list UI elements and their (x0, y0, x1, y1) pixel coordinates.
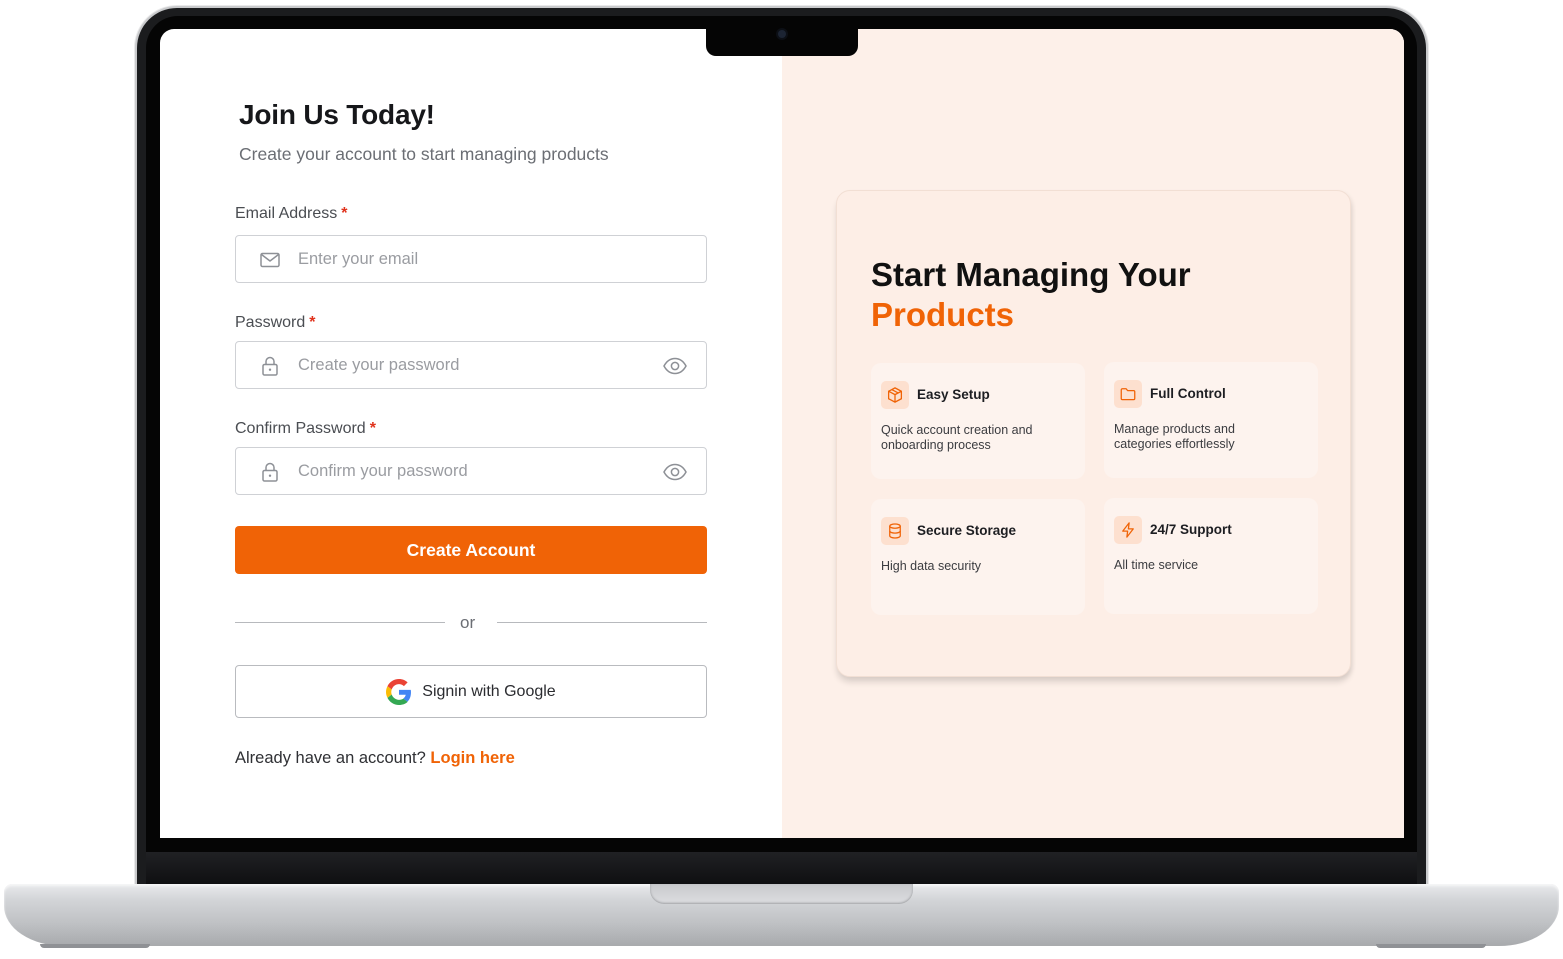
lightning-icon (1114, 516, 1142, 544)
required-asterisk: * (341, 205, 348, 222)
folder-icon (1114, 380, 1142, 408)
google-icon (386, 678, 412, 705)
laptop-foot-right (1376, 944, 1486, 948)
feature-card-support: 24/7 Support All time service (1104, 498, 1318, 614)
required-asterisk: * (369, 420, 376, 437)
email-field[interactable] (235, 235, 707, 283)
camera-icon (778, 30, 786, 38)
promo-card: Start Managing Your Products Easy Setup … (836, 190, 1351, 677)
feature-description: Manage products and categories effortles… (1114, 422, 1235, 451)
feature-card-full-control: Full Control Manage products and categor… (1104, 362, 1318, 478)
required-asterisk: * (309, 314, 316, 331)
promo-title-highlight: Products (871, 296, 1015, 333)
lock-icon (262, 356, 278, 376)
confirm-password-label: Confirm Password * (235, 420, 376, 438)
feature-title: Secure Storage (917, 523, 1017, 538)
confirm-password-label-text: Confirm Password (235, 420, 366, 437)
feature-title: Easy Setup (917, 387, 990, 402)
laptop-opening-notch (650, 884, 913, 904)
feature-title: Full Control (1150, 386, 1226, 401)
feature-description: High data security (881, 559, 982, 573)
page-subtitle: Create your account to start managing pr… (239, 144, 609, 164)
feature-card-secure-storage: Secure Storage High data security (871, 499, 1085, 615)
confirm-password-field[interactable] (235, 447, 707, 495)
divider-or: or (460, 613, 476, 632)
laptop-foot-left (40, 944, 150, 948)
promo-title-line1: Start Managing Your (871, 256, 1191, 293)
login-link[interactable]: Login here (430, 749, 514, 767)
email-label: Email Address * (235, 205, 348, 223)
laptop-hinge (146, 852, 1417, 886)
divider-line-right (497, 622, 707, 623)
promo-title: Start Managing Your Products (871, 255, 1191, 335)
password-label: Password * (235, 314, 315, 332)
feature-card-easy-setup: Easy Setup Quick account creation and on… (871, 363, 1085, 479)
google-signin-button[interactable]: Signin with Google (235, 665, 707, 718)
show-confirm-password-eye-icon[interactable] (662, 460, 688, 484)
password-input[interactable] (298, 342, 638, 388)
feature-title: 24/7 Support (1150, 522, 1232, 537)
show-password-eye-icon[interactable] (662, 354, 688, 378)
lock-icon (262, 462, 278, 482)
divider-line-left (235, 622, 445, 623)
package-icon (881, 381, 909, 409)
feature-description: Quick account creation and onboarding pr… (881, 423, 1033, 452)
database-icon (881, 517, 909, 545)
confirm-password-input[interactable] (298, 448, 638, 494)
password-label-text: Password (235, 314, 306, 331)
email-label-text: Email Address (235, 205, 338, 222)
login-prompt: Already have an account? Login here (235, 749, 515, 768)
mail-icon (260, 252, 280, 268)
page-title: Join Us Today! (239, 99, 435, 130)
create-account-button[interactable]: Create Account (235, 526, 707, 574)
google-signin-label: Signin with Google (422, 682, 556, 700)
login-prompt-text: Already have an account? (235, 749, 426, 767)
password-field[interactable] (235, 341, 707, 389)
screen: Join Us Today! Create your account to st… (160, 29, 1404, 838)
feature-description: All time service (1114, 558, 1199, 572)
email-input[interactable] (298, 236, 638, 282)
